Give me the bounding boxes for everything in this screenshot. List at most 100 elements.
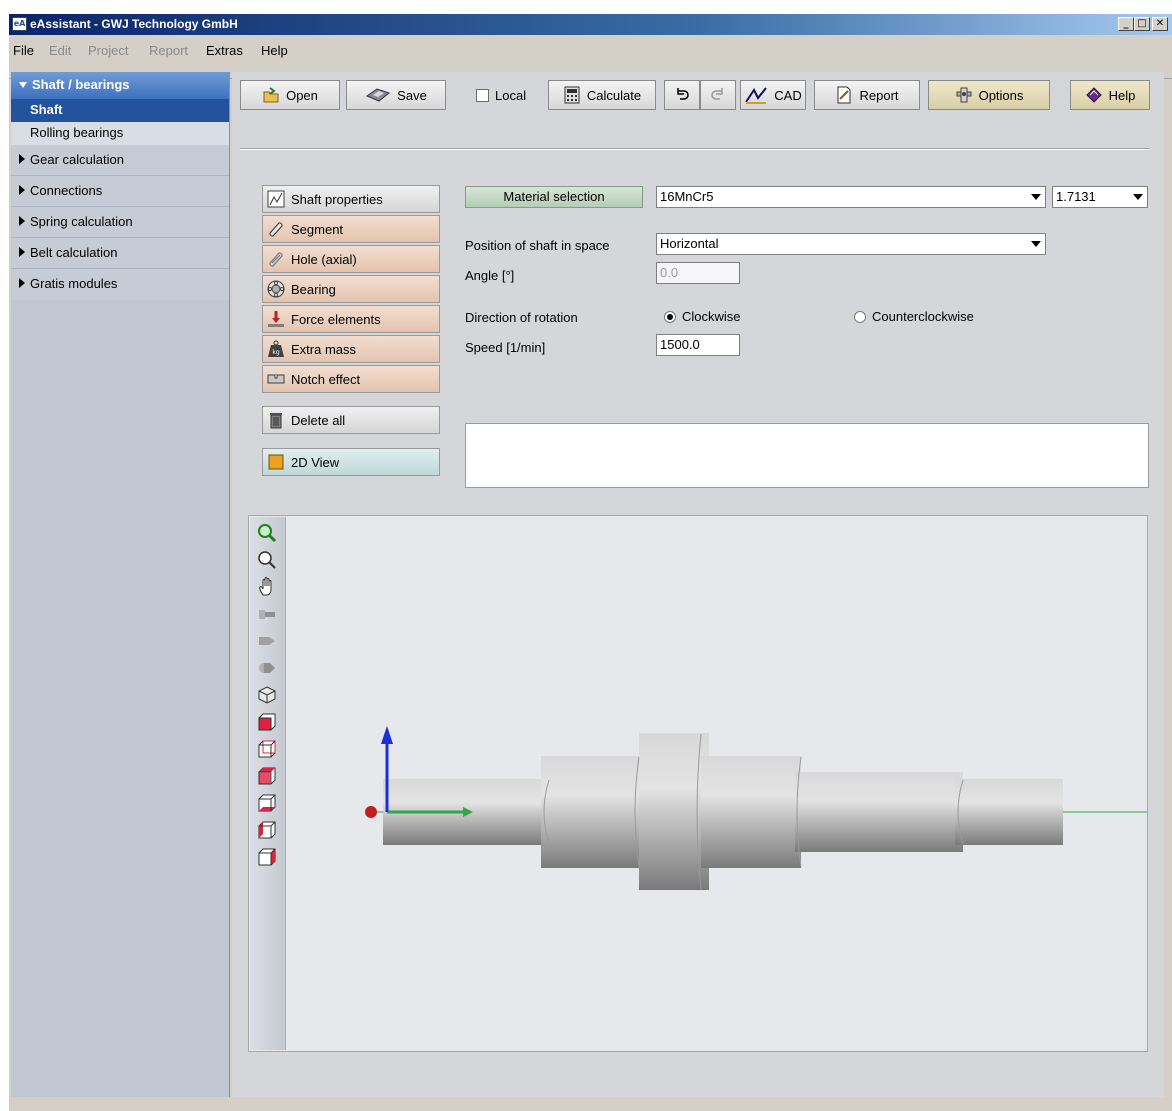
help-button[interactable]: Help: [1070, 80, 1150, 110]
speed-label: Speed [1/min]: [465, 340, 546, 355]
menu-edit[interactable]: Edit: [49, 43, 71, 58]
save-disk-icon: [366, 88, 391, 102]
bearing-button[interactable]: Bearing: [262, 275, 440, 303]
radio-counterclockwise[interactable]: Counterclockwise: [854, 309, 974, 324]
view-iso-icon[interactable]: [257, 685, 277, 705]
sidebar-group-gratis-modules[interactable]: Gratis modules: [11, 269, 229, 300]
view-cube-bottom-icon[interactable]: [257, 793, 277, 813]
chevron-down-icon[interactable]: [1129, 187, 1147, 207]
redo-button[interactable]: [700, 80, 736, 110]
shaft-scene[interactable]: [287, 516, 1147, 1051]
view-shaft-right-icon[interactable]: [257, 658, 277, 678]
local-checkbox-box[interactable]: [476, 88, 489, 102]
view-cube-top-icon[interactable]: [257, 766, 277, 786]
extra-mass-button[interactable]: kg Extra mass: [262, 335, 440, 363]
sidebar-group-spring-calculation[interactable]: Spring calculation: [11, 207, 229, 238]
direction-label: Direction of rotation: [465, 310, 578, 325]
local-checkbox[interactable]: Local: [476, 80, 526, 110]
pan-hand-icon[interactable]: [257, 577, 277, 597]
calculate-button[interactable]: Calculate: [548, 80, 656, 110]
report-button[interactable]: Report: [814, 80, 920, 110]
shaft-3d-view[interactable]: [248, 515, 1148, 1052]
zoom-in-icon[interactable]: [257, 523, 277, 543]
collapsed-triangle-icon: [19, 247, 25, 257]
force-elements-button[interactable]: Force elements: [262, 305, 440, 333]
position-label: Position of shaft in space: [465, 238, 610, 253]
notch-effect-button[interactable]: Notch effect: [262, 365, 440, 393]
view-cube-left-icon[interactable]: [257, 820, 277, 840]
shaft-properties-chart-icon: [267, 190, 285, 208]
open-button[interactable]: Open: [240, 80, 340, 110]
sidebar-group-gear-calculation[interactable]: Gear calculation: [11, 145, 229, 176]
sidebar-item-shaft[interactable]: Shaft: [11, 99, 229, 122]
sidebar-item-rolling-bearings[interactable]: Rolling bearings: [11, 122, 229, 145]
sidebar-header-shaft-bearings[interactable]: Shaft / bearings: [11, 72, 229, 99]
segment-cylinder-icon: [269, 222, 283, 237]
material-combo[interactable]: 16MnCr5: [656, 186, 1046, 208]
hole-axial-button[interactable]: Hole (axial): [262, 245, 440, 273]
extra-mass-weight-icon: kg: [268, 340, 284, 357]
zoom-icon[interactable]: [257, 550, 277, 570]
material-number-combo[interactable]: 1.7131: [1052, 186, 1148, 208]
cad-button[interactable]: CAD: [740, 80, 806, 110]
help-book-icon: [1085, 87, 1102, 103]
view-shaft-side-icon[interactable]: [257, 604, 277, 624]
title-bar[interactable]: eA eAssistant - GWJ Technology GmbH _ □ …: [9, 14, 1172, 35]
collapsed-triangle-icon: [19, 185, 25, 195]
collapsed-triangle-icon: [19, 154, 25, 164]
save-button[interactable]: Save: [346, 80, 446, 110]
cad-drawing-icon: [745, 87, 768, 104]
chevron-down-icon[interactable]: [1027, 234, 1045, 254]
collapsed-triangle-icon: [19, 278, 25, 288]
shaft-properties-button[interactable]: Shaft properties: [262, 185, 440, 213]
radio-unselected-icon[interactable]: [854, 310, 866, 323]
sidebar-group-connections[interactable]: Connections: [11, 176, 229, 207]
view-cube-front-icon[interactable]: [257, 712, 277, 732]
window-title: eAssistant - GWJ Technology GmbH: [30, 17, 238, 31]
open-folder-icon: [263, 87, 279, 103]
app-logo-icon: eA: [12, 17, 27, 31]
options-settings-icon: [956, 87, 972, 103]
origin-marker: [365, 806, 377, 818]
view-2d-button[interactable]: 2D View: [262, 448, 440, 476]
redo-icon: [711, 88, 723, 100]
speed-field[interactable]: 1500.0: [656, 334, 740, 356]
shaft-segment-4: [701, 756, 801, 868]
position-combo[interactable]: Horizontal: [656, 233, 1046, 255]
undo-button[interactable]: [664, 80, 700, 110]
force-arrow-icon: [268, 311, 284, 327]
shaft-segment-6: [955, 779, 1063, 845]
maximize-button[interactable]: □: [1134, 17, 1150, 31]
module-sidebar: Shaft / bearings Shaft Rolling bearings …: [11, 72, 230, 1097]
expanded-triangle-icon: [19, 82, 27, 88]
view-cube-back-icon[interactable]: [257, 739, 277, 759]
delete-all-button[interactable]: Delete all: [262, 406, 440, 434]
view-2d-square-icon: [268, 454, 284, 470]
menu-project[interactable]: Project: [88, 43, 128, 58]
sidebar-group-belt-calculation[interactable]: Belt calculation: [11, 238, 229, 269]
menu-file[interactable]: File: [13, 43, 34, 58]
undo-icon: [677, 88, 689, 100]
trash-icon: [270, 413, 282, 429]
hole-axial-icon: [269, 252, 283, 267]
collapsed-triangle-icon: [19, 216, 25, 226]
toolbar-separator: [240, 148, 1150, 150]
view-shaft-left-icon[interactable]: [257, 631, 277, 651]
close-button[interactable]: ✕: [1152, 17, 1168, 31]
view-toolbar: [250, 517, 286, 1050]
options-button[interactable]: Options: [928, 80, 1050, 110]
angle-field[interactable]: 0.0: [656, 262, 740, 284]
radio-selected-icon[interactable]: [664, 310, 676, 323]
radio-clockwise[interactable]: Clockwise: [664, 309, 741, 324]
segment-button[interactable]: Segment: [262, 215, 440, 243]
menu-help[interactable]: Help: [261, 43, 288, 58]
minimize-button[interactable]: _: [1118, 17, 1134, 31]
view-cube-right-icon[interactable]: [257, 847, 277, 867]
chevron-down-icon[interactable]: [1027, 187, 1045, 207]
menu-report[interactable]: Report: [149, 43, 188, 58]
calculator-icon: [564, 86, 580, 104]
shaft-model: [383, 733, 1063, 890]
notch-effect-icon: [267, 374, 285, 384]
menu-extras[interactable]: Extras: [206, 43, 243, 58]
material-selection-button[interactable]: Material selection: [465, 186, 643, 208]
